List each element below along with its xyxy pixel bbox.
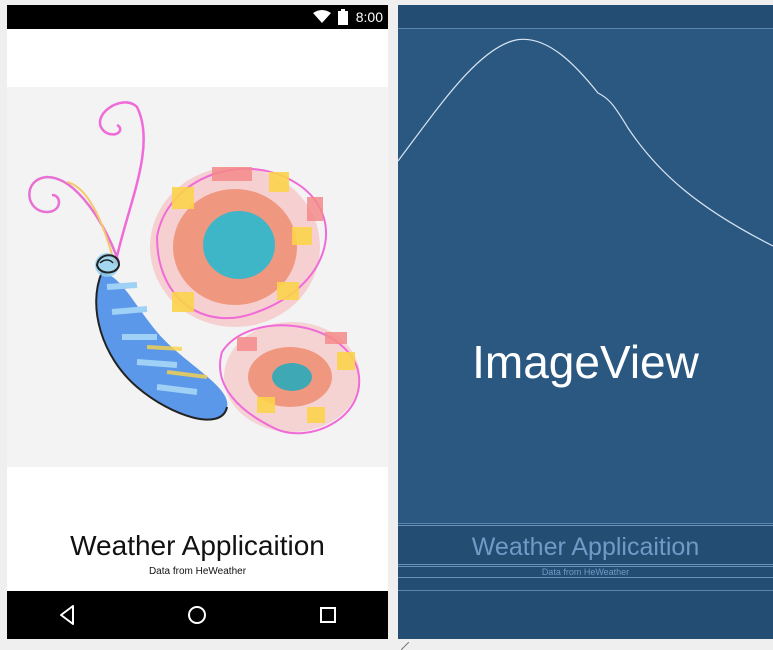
home-icon[interactable] [185,603,209,627]
wifi-icon [313,10,331,23]
recents-icon[interactable] [316,603,340,627]
blueprint-view: ImageView Weather Applicaition Data from… [398,5,773,639]
back-icon[interactable] [55,603,79,627]
blueprint-bottom-guide [398,590,773,591]
app-subtitle: Data from HeWeather [148,566,247,577]
blueprint-title: Weather Applicaition [471,533,700,561]
status-bar: 8:00 [7,5,388,29]
blueprint-wave-decoration [398,38,773,247]
design-preview: 8:00 Weather Applicaition Data from HeWe… [7,5,388,639]
resize-handle-icon[interactable] [401,642,409,650]
blueprint-subtitle: Data from HeWeather [541,567,630,577]
butterfly-image [7,87,388,467]
navigation-bar [7,591,388,639]
status-time: 8:00 [355,9,383,25]
app-title: Weather Applicaition [70,530,325,561]
battery-icon [338,9,348,25]
blueprint-imageview-label: ImageView [472,336,699,388]
